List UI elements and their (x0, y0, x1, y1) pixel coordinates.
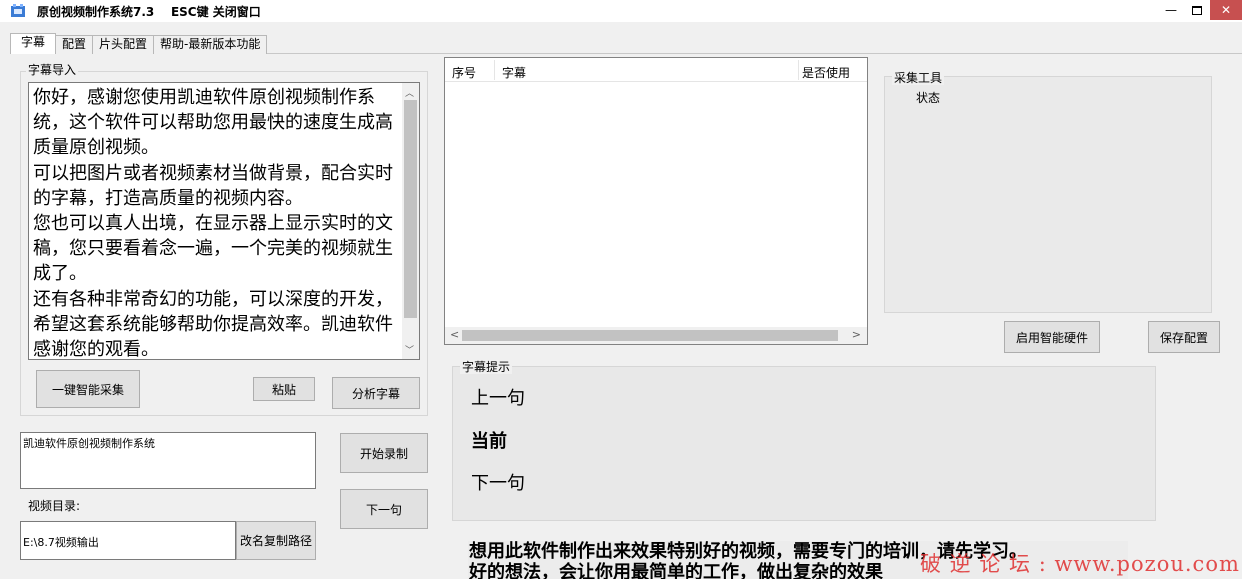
close-button[interactable]: ✕ (1210, 0, 1242, 20)
next-line-text: 下一句 (471, 473, 525, 494)
subtitle-textarea[interactable]: 你好，感谢您使用凯迪软件原创视频制作系统，这个软件可以帮助您用最快的速度生成高质… (28, 82, 420, 360)
list-horizontal-scrollbar[interactable]: < > (445, 327, 867, 344)
column-divider[interactable] (798, 60, 799, 80)
scroll-down-icon[interactable]: ﹀ (405, 343, 414, 356)
status-label: 状态 (916, 91, 941, 105)
tab-intro-config[interactable]: 片头配置 (92, 35, 155, 54)
scroll-up-icon[interactable]: ︿ (405, 86, 414, 99)
minimize-button[interactable]: — (1158, 0, 1184, 20)
video-dir-label: 视频目录: (28, 499, 81, 513)
paste-button[interactable]: 粘贴 (253, 377, 315, 401)
next-sentence-button[interactable]: 下一句 (340, 489, 428, 529)
collect-tool-label: 采集工具 (892, 71, 945, 85)
window-title: 原创视频制作系统7.3 ESC键 关闭窗口 (37, 5, 261, 19)
tab-subtitles[interactable]: 字幕 (10, 33, 57, 54)
close-icon: ✕ (1220, 3, 1232, 17)
previous-line-text: 上一句 (471, 388, 525, 409)
maximize-icon (1192, 5, 1202, 15)
column-header-used[interactable]: 是否使用 (802, 64, 850, 81)
one-key-collect-button[interactable]: 一键智能采集 (36, 370, 140, 408)
list-header: 序号 字幕 是否使用 (445, 58, 867, 82)
subtitle-text: 你好，感谢您使用凯迪软件原创视频制作系统，这个软件可以帮助您用最快的速度生成高质… (33, 87, 393, 360)
minimize-icon: — (1165, 3, 1177, 17)
collect-tool-group (884, 76, 1212, 313)
app-icon (10, 3, 26, 19)
column-divider[interactable] (494, 60, 495, 80)
analyze-subtitle-button[interactable]: 分析字幕 (332, 377, 420, 409)
scroll-thumb[interactable] (404, 100, 417, 318)
scroll-right-icon[interactable]: > (852, 328, 861, 341)
column-header-subtitle[interactable]: 字幕 (502, 64, 526, 81)
tab-help[interactable]: 帮助-最新版本功能 (153, 35, 268, 54)
rename-copy-path-button[interactable]: 改名复制路径 (236, 521, 316, 560)
site-watermark: 破 逆 论 坛 : www.pozou.com (920, 552, 1240, 576)
column-header-index[interactable]: 序号 (452, 64, 476, 81)
scroll-left-icon[interactable]: < (450, 328, 459, 341)
textarea-scrollbar[interactable]: ︿ ﹀ (402, 83, 419, 359)
enable-smart-hardware-button[interactable]: 启用智能硬件 (1004, 321, 1100, 353)
subtitle-import-label: 字幕导入 (26, 63, 79, 77)
tab-bar: 字幕 配置 片头配置 帮助-最新版本功能 (10, 33, 268, 54)
tab-config[interactable]: 配置 (55, 35, 94, 54)
start-record-button[interactable]: 开始录制 (340, 433, 428, 473)
sentence-list[interactable]: 序号 字幕 是否使用 < > (444, 57, 868, 345)
maximize-button[interactable] (1184, 0, 1210, 20)
scroll-thumb[interactable] (462, 330, 838, 341)
subtitle-hint-group (452, 366, 1156, 521)
video-path-input[interactable]: E:\8.7视频输出 (20, 521, 236, 560)
save-config-button[interactable]: 保存配置 (1148, 321, 1220, 353)
subtitle-hint-label: 字幕提示 (460, 360, 513, 374)
video-name-input[interactable]: 凯迪软件原创视频制作系统 (20, 432, 316, 489)
current-line-text: 当前 (471, 431, 507, 452)
